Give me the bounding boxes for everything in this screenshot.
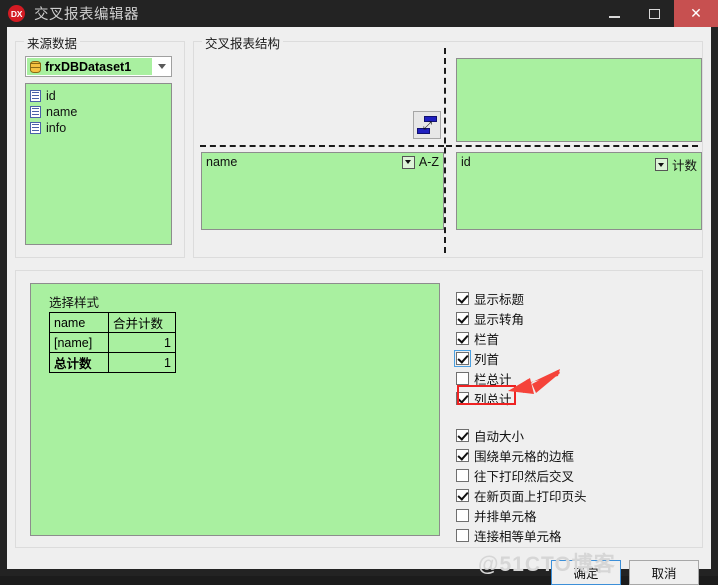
dataset-combobox-value-wrap: frxDBDataset1 [27, 58, 152, 75]
checkbox-box [456, 331, 469, 345]
checkbox-print-down-then-across[interactable]: 往下打印然后交叉 [456, 465, 587, 485]
dataset-combobox[interactable]: frxDBDataset1 [25, 56, 172, 77]
checkbox-label: 列首 [474, 352, 500, 367]
table-cell: 总计数 [49, 352, 109, 373]
caret-down-icon [658, 162, 665, 167]
field-icon [30, 122, 41, 134]
checkbox-label: 在新页面上打印页头 [474, 489, 587, 504]
app-logo-icon: DX [8, 5, 25, 22]
dialog-window: DX 交叉报表编辑器 ✕ 来源数据 frxDBDataset1 id name … [0, 0, 718, 585]
table-cell: [name] [49, 332, 109, 353]
checkbox-box [456, 448, 469, 462]
checkbox-column-header[interactable]: 列首 [454, 348, 524, 368]
options-column-b: 自动大小 围绕单元格的边框 往下打印然后交叉 在新页面上打印页头 并排单元格 连… [456, 425, 587, 545]
checkbox-auto-size[interactable]: 自动大小 [456, 425, 587, 445]
checkbox-box [456, 468, 469, 482]
checkbox-show-corner[interactable]: 显示转角 [456, 308, 524, 328]
row-header-sort-label: A-Z [418, 155, 439, 169]
table-row: name 合并计数 [49, 312, 176, 333]
table-cell: 1 [108, 332, 176, 353]
style-preview-panel[interactable]: 选择样式 name 合并计数 [name] 1 总计数 1 [30, 283, 440, 536]
checkbox-box [456, 508, 469, 522]
annotation-arrow-icon [508, 369, 560, 394]
checkbox-label: 自动大小 [474, 429, 525, 444]
dialog-client-area: 来源数据 frxDBDataset1 id name info 交叉报表结构 ⤢… [7, 27, 711, 585]
row-header-field-label: name [206, 155, 238, 169]
checkbox-repeat-headers-new-page[interactable]: 在新页面上打印页头 [456, 485, 587, 505]
close-button[interactable]: ✕ [674, 0, 718, 27]
data-dropdown-button[interactable] [654, 158, 668, 171]
swap-icon: ⤢ [423, 119, 432, 132]
cancel-button[interactable]: 取消 [629, 560, 699, 585]
database-icon [30, 60, 41, 73]
source-data-caption: 来源数据 [24, 33, 81, 52]
style-preview-title: 选择样式 [49, 296, 100, 310]
list-item-label: name [46, 105, 78, 119]
data-field-label: id [461, 155, 471, 169]
checkbox-row-header[interactable]: 栏首 [456, 328, 524, 348]
style-preview-table: name 合并计数 [name] 1 总计数 1 [49, 312, 176, 373]
checkbox-label: 栏首 [474, 332, 500, 347]
checkbox-box [456, 291, 469, 305]
source-data-group: 来源数据 frxDBDataset1 id name info [15, 33, 185, 258]
table-cell: name [49, 312, 109, 333]
checkbox-box [456, 311, 469, 325]
row-header-dropdown-button[interactable] [401, 155, 415, 169]
title-bar: DX 交叉报表编辑器 ✕ [0, 0, 718, 27]
swap-axes-button[interactable]: ⤢ [413, 111, 441, 139]
checkbox-label: 连接相等单元格 [474, 529, 562, 544]
list-item[interactable]: info [30, 120, 171, 136]
data-aggregate-control[interactable]: 计数 [654, 155, 697, 174]
data-aggregate-label: 计数 [671, 159, 697, 173]
checkbox-join-equal-cells[interactable]: 连接相等单元格 [456, 525, 587, 545]
window-title: 交叉报表编辑器 [34, 7, 139, 23]
checkbox-box [456, 528, 469, 542]
checkbox-label: 并排单元格 [474, 509, 537, 524]
minimize-icon [608, 15, 620, 18]
checkbox-border-around-cells[interactable]: 围绕单元格的边框 [456, 445, 587, 465]
checkbox-side-by-side-cells[interactable]: 并排单元格 [456, 505, 587, 525]
checkbox-box [456, 428, 469, 442]
checkbox-label: 围绕单元格的边框 [474, 449, 575, 464]
checkbox-box [456, 371, 469, 385]
table-cell: 合并计数 [108, 312, 176, 333]
data-cell-dropzone[interactable]: id 计数 [456, 152, 702, 230]
close-icon: ✕ [690, 5, 702, 22]
chevron-down-icon [157, 64, 166, 69]
checkbox-box [456, 488, 469, 502]
divider-vertical [444, 48, 446, 253]
ok-button[interactable]: 确定 [551, 560, 621, 585]
caret-down-icon [405, 160, 412, 164]
window-controls: ✕ [594, 0, 718, 27]
minimize-button[interactable] [594, 0, 634, 27]
field-list[interactable]: id name info [25, 83, 172, 245]
cross-structure-group: 交叉报表结构 ⤢ name A-Z id 计数 [193, 33, 703, 258]
divider-horizontal-right [446, 145, 698, 147]
checkbox-label: 显示标题 [474, 292, 525, 307]
checkbox-show-title[interactable]: 显示标题 [456, 288, 524, 308]
combobox-dropdown-button[interactable] [152, 57, 171, 76]
list-item[interactable]: id [30, 88, 171, 104]
checkbox-label: 往下打印然后交叉 [474, 469, 575, 484]
table-row: [name] 1 [49, 332, 176, 353]
list-item[interactable]: name [30, 104, 171, 120]
structure-canvas: ⤢ name A-Z id 计数 [194, 42, 702, 257]
field-icon [30, 106, 41, 118]
table-cell: 1 [108, 352, 176, 373]
divider-horizontal-left [200, 145, 444, 147]
checkbox-label: 显示转角 [474, 312, 525, 327]
row-header-dropzone[interactable]: name A-Z [201, 152, 444, 230]
list-item-label: id [46, 89, 56, 103]
list-item-label: info [46, 121, 67, 135]
dataset-combobox-value: frxDBDataset1 [45, 59, 132, 74]
maximize-button[interactable] [634, 0, 674, 27]
column-header-dropzone[interactable] [456, 58, 702, 142]
row-header-sort-control[interactable]: A-Z [401, 155, 439, 169]
checkbox-box [454, 349, 471, 367]
maximize-icon [648, 8, 660, 19]
options-group: 选择样式 name 合并计数 [name] 1 总计数 1 显示标题 显示转角 … [15, 270, 703, 548]
field-icon [30, 90, 41, 102]
table-row: 总计数 1 [49, 352, 176, 373]
